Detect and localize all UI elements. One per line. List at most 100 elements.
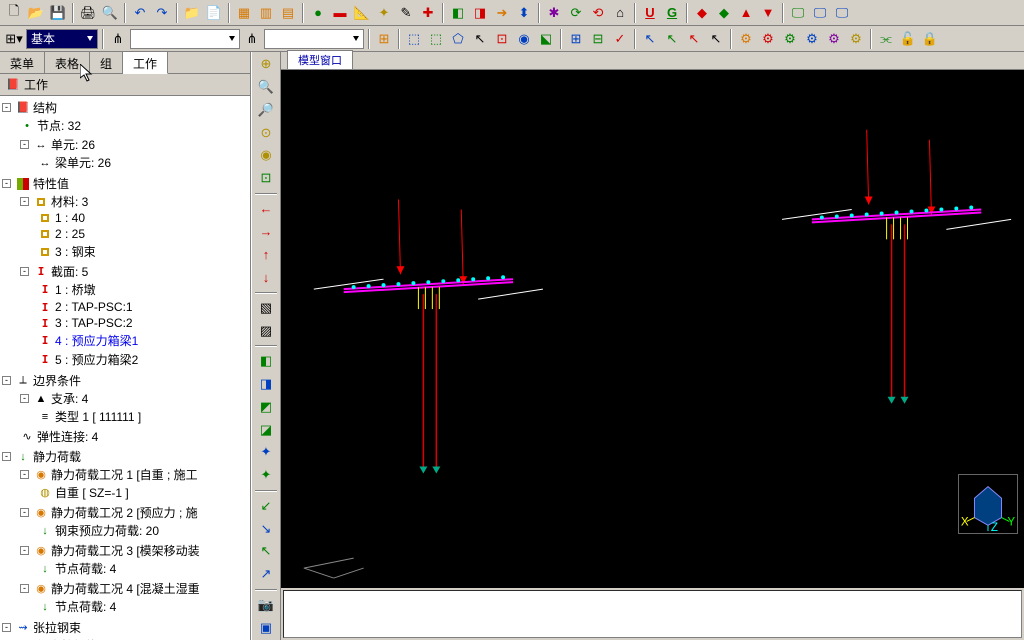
mon3-btn[interactable]: 🖵 bbox=[832, 3, 852, 23]
lc3[interactable]: 静力荷载工况 3 [模架移动装 bbox=[51, 542, 200, 559]
node-tendon[interactable]: 张拉钢束 bbox=[33, 619, 81, 636]
iso1-btn[interactable]: ◧ bbox=[254, 351, 278, 372]
tab-table[interactable]: 表格 bbox=[45, 52, 90, 73]
zoom-prev-btn[interactable]: ◉ bbox=[254, 145, 278, 166]
expander[interactable]: - bbox=[20, 197, 29, 206]
print-btn[interactable]: 🖨 bbox=[78, 3, 98, 23]
node-material[interactable]: 材料: 3 bbox=[51, 193, 88, 210]
mat-item[interactable]: 3 : 钢束 bbox=[55, 243, 96, 260]
arrow-right-btn[interactable]: → bbox=[254, 221, 278, 242]
mode-combo[interactable]: 基本 bbox=[26, 29, 98, 49]
sel-tool-btn[interactable]: ⊞▾ bbox=[4, 29, 24, 49]
util4-btn[interactable]: ⌂ bbox=[610, 3, 630, 23]
expander[interactable]: - bbox=[20, 140, 29, 149]
axis2-btn[interactable]: ✦ bbox=[254, 465, 278, 486]
node-structure[interactable]: 结构 bbox=[33, 99, 57, 116]
filter2-btn[interactable]: ⋔ bbox=[242, 29, 262, 49]
tree[interactable]: -📕结构 •节点: 32 -↔单元: 26 ↔梁单元: 26 -特性值 -材料:… bbox=[0, 96, 250, 640]
view4-btn[interactable]: ↗ bbox=[254, 564, 278, 585]
grid2-btn[interactable]: ▥ bbox=[256, 3, 276, 23]
support-type[interactable]: 类型 1 [ 111111 ] bbox=[55, 408, 141, 425]
iso4-btn[interactable]: ◪ bbox=[254, 419, 278, 440]
cube1-btn[interactable]: ◧ bbox=[448, 3, 468, 23]
selcirc-btn[interactable]: ◉ bbox=[514, 29, 534, 49]
sect-item[interactable]: 3 : TAP-PSC:2 bbox=[55, 316, 133, 330]
elem-icon-btn[interactable]: ▬ bbox=[330, 3, 350, 23]
3d-viewport[interactable]: Z X Y bbox=[281, 70, 1024, 588]
mat-item[interactable]: 1 : 40 bbox=[55, 211, 85, 225]
model-window-tab[interactable]: 模型窗口 bbox=[287, 50, 353, 69]
node-icon-btn[interactable]: ● bbox=[308, 3, 328, 23]
command-line[interactable] bbox=[283, 590, 1022, 638]
cur1-btn[interactable]: ↖ bbox=[640, 29, 660, 49]
wand-btn[interactable]: ✦ bbox=[374, 3, 394, 23]
measure-btn[interactable]: 📐 bbox=[352, 3, 372, 23]
expander[interactable]: - bbox=[20, 394, 29, 403]
zoom-fit-btn[interactable]: ⊕ bbox=[254, 54, 278, 75]
zoom-win-btn[interactable]: ⊙ bbox=[254, 122, 278, 143]
util3-btn[interactable]: ⟲ bbox=[588, 3, 608, 23]
prop-btn[interactable]: ✎ bbox=[396, 3, 416, 23]
expander[interactable]: - bbox=[2, 103, 11, 112]
open-project-btn[interactable]: 📁 bbox=[182, 3, 202, 23]
lc2-child[interactable]: 钢束预应力荷载: 20 bbox=[55, 522, 159, 539]
node-support[interactable]: 支承: 4 bbox=[51, 390, 88, 407]
filter1-combo[interactable] bbox=[130, 29, 240, 49]
preview-btn[interactable]: 🔍 bbox=[100, 3, 120, 23]
shape1-btn[interactable]: ◆ bbox=[692, 3, 712, 23]
view1-btn[interactable]: ↙ bbox=[254, 496, 278, 517]
op2-btn[interactable]: ⊟ bbox=[588, 29, 608, 49]
grp1-btn[interactable]: ⚙ bbox=[736, 29, 756, 49]
sheet-btn[interactable]: 📄 bbox=[204, 3, 224, 23]
selwin-btn[interactable]: ⬚ bbox=[404, 29, 424, 49]
axis-orientation-widget[interactable]: Z X Y bbox=[958, 474, 1018, 534]
cur4-btn[interactable]: ↖ bbox=[706, 29, 726, 49]
util1-btn[interactable]: ✱ bbox=[544, 3, 564, 23]
grid3-btn[interactable]: ▤ bbox=[278, 3, 298, 23]
filter2-combo[interactable] bbox=[264, 29, 364, 49]
mat-item[interactable]: 2 : 25 bbox=[55, 227, 85, 241]
node-elements[interactable]: 单元: 26 bbox=[51, 136, 95, 153]
lc4-child[interactable]: 节点荷载: 4 bbox=[55, 598, 116, 615]
tab-work[interactable]: 工作 bbox=[123, 52, 168, 74]
lc4[interactable]: 静力荷载工况 4 [混凝土湿重 bbox=[51, 580, 200, 597]
persp-btn[interactable]: ▧ bbox=[254, 298, 278, 319]
u-btn[interactable]: U bbox=[640, 3, 660, 23]
beam-btn[interactable]: ➜ bbox=[492, 3, 512, 23]
node-section[interactable]: 截面: 5 bbox=[51, 263, 88, 280]
expander[interactable]: - bbox=[2, 623, 11, 632]
g-btn[interactable]: G bbox=[662, 3, 682, 23]
lock-btn[interactable]: 🔓 bbox=[898, 29, 918, 49]
zoom-out-btn[interactable]: 🔎 bbox=[254, 100, 278, 121]
tab-menu[interactable]: 菜单 bbox=[0, 52, 45, 73]
lc2[interactable]: 静力荷载工况 2 [预应力 ; 施 bbox=[51, 504, 198, 521]
node-boundary[interactable]: 边界条件 bbox=[33, 372, 81, 389]
sect-item[interactable]: 1 : 桥墩 bbox=[55, 281, 96, 298]
iso2-btn[interactable]: ◨ bbox=[254, 374, 278, 395]
expander[interactable]: - bbox=[20, 267, 29, 276]
expander[interactable]: - bbox=[20, 584, 29, 593]
op1-btn[interactable]: ⊞ bbox=[566, 29, 586, 49]
mon1-btn[interactable]: 🖵 bbox=[788, 3, 808, 23]
cur2-btn[interactable]: ↖ bbox=[662, 29, 682, 49]
lock2-btn[interactable]: 🔒 bbox=[920, 29, 940, 49]
selline-btn[interactable]: ⊡ bbox=[492, 29, 512, 49]
selplane-btn[interactable]: ⬕ bbox=[536, 29, 556, 49]
node-props[interactable]: 特性值 bbox=[33, 175, 69, 192]
selclick-btn[interactable]: ↖ bbox=[470, 29, 490, 49]
node-beam[interactable]: 梁单元: 26 bbox=[55, 154, 111, 171]
node-static[interactable]: 静力荷载 bbox=[33, 448, 81, 465]
record-btn[interactable]: ▣ bbox=[254, 617, 278, 638]
arrow-up-btn[interactable]: ↑ bbox=[254, 244, 278, 265]
reg-btn[interactable]: ⊞ bbox=[374, 29, 394, 49]
lc1-child[interactable]: 自重 [ SZ=-1 ] bbox=[55, 484, 129, 501]
filter1-btn[interactable]: ⋔ bbox=[108, 29, 128, 49]
tab-group[interactable]: 组 bbox=[90, 52, 123, 73]
lc1[interactable]: 静力荷载工况 1 [自重 ; 施工 bbox=[51, 466, 198, 483]
expander[interactable]: - bbox=[2, 452, 11, 461]
ortho-btn[interactable]: ▨ bbox=[254, 320, 278, 341]
grp5-btn[interactable]: ⚙ bbox=[824, 29, 844, 49]
util2-btn[interactable]: ⟳ bbox=[566, 3, 586, 23]
expander[interactable]: - bbox=[2, 179, 11, 188]
pan-btn[interactable]: ⊡ bbox=[254, 168, 278, 189]
